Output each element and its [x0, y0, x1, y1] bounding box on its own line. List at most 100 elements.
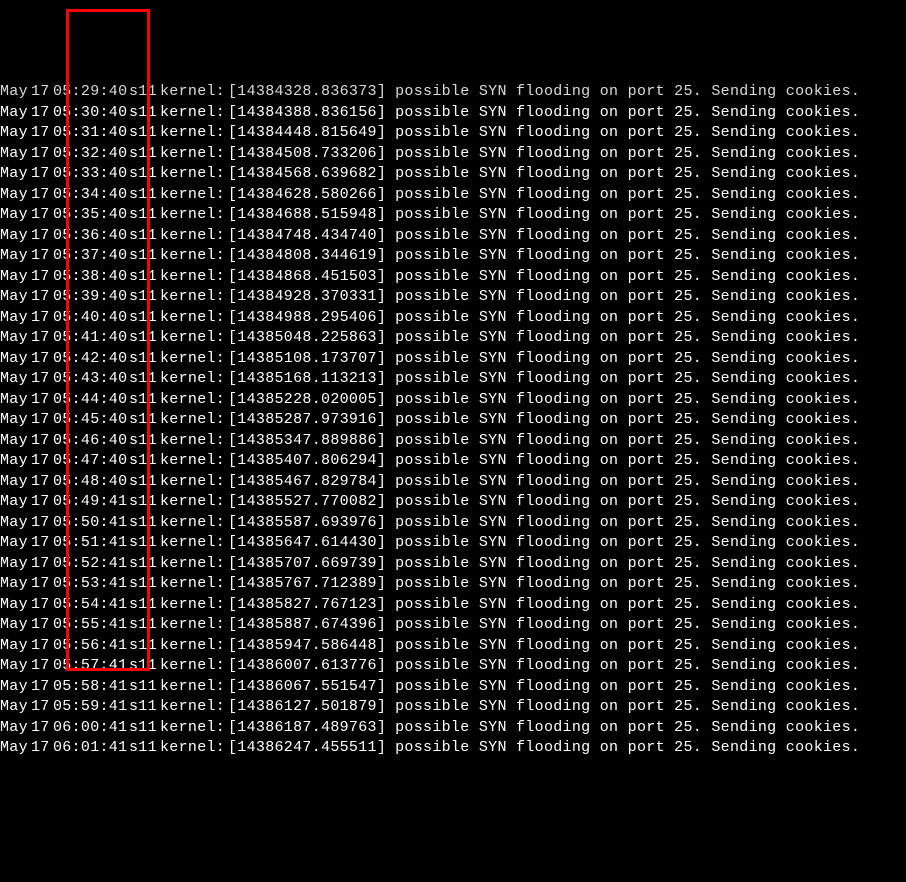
log-host: s11 [129, 390, 160, 411]
log-line[interactable]: May1705:52:41s11kernel:[14385707.669739]… [0, 554, 906, 575]
log-host: s11 [129, 82, 160, 103]
log-line[interactable]: May1705:41:40s11kernel:[14385048.225863]… [0, 328, 906, 349]
log-timestamp: [14385587.693976] [228, 513, 386, 534]
log-line[interactable]: May1705:33:40s11kernel:[14384568.639682]… [0, 164, 906, 185]
log-time: 05:50:41 [53, 513, 129, 534]
log-month: May [0, 410, 31, 431]
log-source: kernel: [160, 595, 228, 616]
log-day: 17 [31, 205, 53, 226]
log-day: 17 [31, 226, 53, 247]
log-time: 06:01:41 [53, 738, 129, 759]
log-time: 05:47:40 [53, 451, 129, 472]
log-timestamp: [14385287.973916] [228, 410, 386, 431]
log-line[interactable]: May1705:32:40s11kernel:[14384508.733206]… [0, 144, 906, 165]
log-source: kernel: [160, 636, 228, 657]
log-message: possible SYN flooding on port 25. Sendin… [386, 431, 860, 452]
log-message: possible SYN flooding on port 25. Sendin… [386, 533, 860, 554]
log-month: May [0, 246, 31, 267]
log-line[interactable]: May1705:47:40s11kernel:[14385407.806294]… [0, 451, 906, 472]
log-line[interactable]: May1705:51:41s11kernel:[14385647.614430]… [0, 533, 906, 554]
log-message: possible SYN flooding on port 25. Sendin… [386, 492, 860, 513]
log-day: 17 [31, 656, 53, 677]
log-timestamp: [14384808.344619] [228, 246, 386, 267]
log-line[interactable]: May1705:35:40s11kernel:[14384688.515948]… [0, 205, 906, 226]
log-source: kernel: [160, 185, 228, 206]
log-line[interactable]: May1705:48:40s11kernel:[14385467.829784]… [0, 472, 906, 493]
log-time: 05:56:41 [53, 636, 129, 657]
log-line[interactable]: May1705:50:41s11kernel:[14385587.693976]… [0, 513, 906, 534]
log-line[interactable]: May1706:01:41s11kernel:[14386247.455511]… [0, 738, 906, 759]
log-month: May [0, 533, 31, 554]
log-time: 05:37:40 [53, 246, 129, 267]
log-line[interactable]: May1705:40:40s11kernel:[14384988.295406]… [0, 308, 906, 329]
log-timestamp: [14385947.586448] [228, 636, 386, 657]
log-line[interactable]: May1705:42:40s11kernel:[14385108.173707]… [0, 349, 906, 370]
log-timestamp: [14386247.455511] [228, 738, 386, 759]
log-line[interactable]: May1705:59:41s11kernel:[14386127.501879]… [0, 697, 906, 718]
log-line[interactable]: May1705:55:41s11kernel:[14385887.674396]… [0, 615, 906, 636]
log-day: 17 [31, 390, 53, 411]
log-line[interactable]: May1705:58:41s11kernel:[14386067.551547]… [0, 677, 906, 698]
log-timestamp: [14384568.639682] [228, 164, 386, 185]
log-message: possible SYN flooding on port 25. Sendin… [386, 308, 860, 329]
log-timestamp: [14385647.614430] [228, 533, 386, 554]
log-message: possible SYN flooding on port 25. Sendin… [386, 287, 860, 308]
log-day: 17 [31, 369, 53, 390]
log-day: 17 [31, 410, 53, 431]
log-message: possible SYN flooding on port 25. Sendin… [386, 205, 860, 226]
log-line[interactable]: May1705:39:40s11kernel:[14384928.370331]… [0, 287, 906, 308]
log-line[interactable]: May1705:34:40s11kernel:[14384628.580266]… [0, 185, 906, 206]
log-output[interactable]: May1705:29:40s11kernel:[14384328.836373]… [0, 82, 906, 759]
log-line[interactable]: May1705:54:41s11kernel:[14385827.767123]… [0, 595, 906, 616]
log-line[interactable]: May1705:43:40s11kernel:[14385168.113213]… [0, 369, 906, 390]
log-line[interactable]: May1705:31:40s11kernel:[14384448.815649]… [0, 123, 906, 144]
log-line[interactable]: May1705:37:40s11kernel:[14384808.344619]… [0, 246, 906, 267]
log-line[interactable]: May1705:29:40s11kernel:[14384328.836373]… [0, 82, 906, 103]
log-time: 05:29:40 [53, 82, 129, 103]
log-timestamp: [14385168.113213] [228, 369, 386, 390]
log-time: 05:54:41 [53, 595, 129, 616]
log-source: kernel: [160, 513, 228, 534]
log-source: kernel: [160, 369, 228, 390]
log-time: 05:35:40 [53, 205, 129, 226]
log-month: May [0, 492, 31, 513]
log-day: 17 [31, 123, 53, 144]
log-message: possible SYN flooding on port 25. Sendin… [386, 636, 860, 657]
log-line[interactable]: May1705:44:40s11kernel:[14385228.020005]… [0, 390, 906, 411]
log-day: 17 [31, 595, 53, 616]
log-month: May [0, 82, 31, 103]
log-message: possible SYN flooding on port 25. Sendin… [386, 246, 860, 267]
log-month: May [0, 738, 31, 759]
log-day: 17 [31, 513, 53, 534]
log-line[interactable]: May1705:53:41s11kernel:[14385767.712389]… [0, 574, 906, 595]
log-month: May [0, 349, 31, 370]
log-line[interactable]: May1705:36:40s11kernel:[14384748.434740]… [0, 226, 906, 247]
log-line[interactable]: May1705:49:41s11kernel:[14385527.770082]… [0, 492, 906, 513]
log-timestamp: [14384868.451503] [228, 267, 386, 288]
log-day: 17 [31, 472, 53, 493]
log-month: May [0, 226, 31, 247]
log-line[interactable]: May1705:57:41s11kernel:[14386007.613776]… [0, 656, 906, 677]
log-source: kernel: [160, 246, 228, 267]
log-source: kernel: [160, 349, 228, 370]
log-line[interactable]: May1705:38:40s11kernel:[14384868.451503]… [0, 267, 906, 288]
log-host: s11 [129, 656, 160, 677]
log-line[interactable]: May1705:56:41s11kernel:[14385947.586448]… [0, 636, 906, 657]
log-month: May [0, 513, 31, 534]
log-source: kernel: [160, 533, 228, 554]
log-day: 17 [31, 349, 53, 370]
log-day: 17 [31, 738, 53, 759]
log-timestamp: [14386007.613776] [228, 656, 386, 677]
log-day: 17 [31, 492, 53, 513]
log-line[interactable]: May1706:00:41s11kernel:[14386187.489763]… [0, 718, 906, 739]
log-month: May [0, 472, 31, 493]
log-line[interactable]: May1705:46:40s11kernel:[14385347.889886]… [0, 431, 906, 452]
log-source: kernel: [160, 431, 228, 452]
log-time: 05:51:41 [53, 533, 129, 554]
log-line[interactable]: May1705:45:40s11kernel:[14385287.973916]… [0, 410, 906, 431]
log-time: 05:55:41 [53, 615, 129, 636]
log-host: s11 [129, 554, 160, 575]
log-month: May [0, 431, 31, 452]
log-month: May [0, 615, 31, 636]
log-line[interactable]: May1705:30:40s11kernel:[14384388.836156]… [0, 103, 906, 124]
